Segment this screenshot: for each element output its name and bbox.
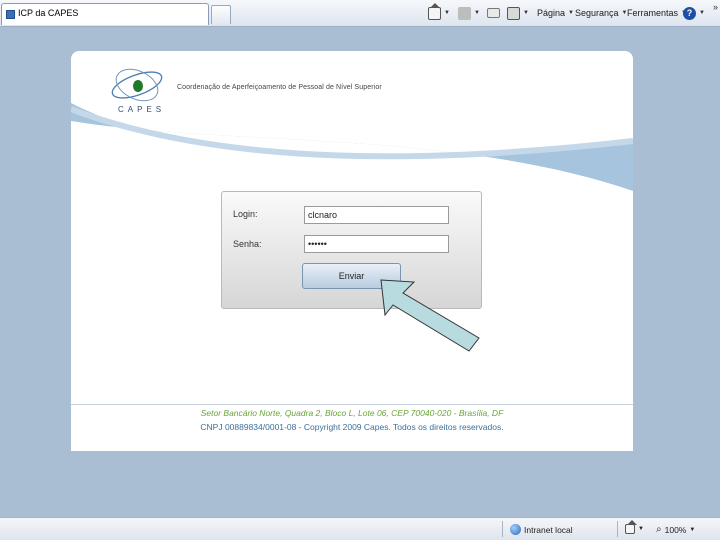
status-bar: Intranet local ▼ ⌕ 100% ▼ — [0, 517, 720, 540]
page-favicon-icon — [6, 10, 15, 19]
logo-text: CAPES — [118, 105, 166, 114]
menu-pagina[interactable]: Página ▼ — [537, 4, 574, 22]
security-zone[interactable]: Intranet local — [510, 524, 573, 535]
menu-pagina-label: Página — [537, 8, 566, 18]
browser-toolbar: ICP da CAPES ▼ ▼ ▼ Página ▼ Segurança ▼ … — [0, 0, 720, 27]
new-tab-button[interactable] — [211, 5, 231, 24]
chevron-down-icon: ▼ — [689, 526, 696, 533]
login-label: Login: — [233, 209, 258, 219]
home-icon — [428, 2, 441, 20]
zone-icon — [625, 520, 637, 534]
status-separator — [502, 521, 503, 537]
zoom-icon: ⌕ — [656, 524, 662, 535]
help-button[interactable]: ? ▼ — [683, 4, 705, 22]
mail-icon — [487, 8, 500, 18]
footer-address: Setor Bancário Norte, Quadra 2, Bloco L,… — [200, 408, 504, 418]
protected-mode-button[interactable]: ▼ — [625, 520, 644, 534]
feed-icon — [458, 6, 471, 20]
chevron-down-icon: ▼ — [699, 10, 705, 16]
menu-seguranca[interactable]: Segurança ▼ — [575, 4, 628, 22]
senha-label: Senha: — [233, 239, 262, 249]
menu-seguranca-label: Segurança — [575, 8, 619, 18]
enviar-button[interactable]: Enviar — [302, 263, 401, 289]
security-zone-label: Intranet local — [524, 524, 573, 535]
chevron-down-icon: ▼ — [523, 10, 529, 16]
page-footer: Setor Bancário Norte, Quadra 2, Bloco L,… — [71, 404, 633, 432]
footer-copyright: CNPJ 00889834/0001-08 - Copyright 2009 C… — [200, 422, 504, 432]
globe-icon — [510, 524, 521, 535]
chevron-down-icon: ▼ — [638, 526, 644, 532]
print-button[interactable]: ▼ — [507, 4, 529, 22]
login-form: Login: Senha: Enviar — [221, 191, 482, 309]
chevron-right-icon[interactable]: » — [713, 2, 718, 12]
tab-icp-capes[interactable]: ICP da CAPES — [1, 3, 209, 25]
capes-login-page: CAPES Coordenação de Aperfeiçoamento de … — [71, 51, 633, 451]
status-separator — [617, 521, 618, 537]
read-mail-button[interactable] — [487, 4, 500, 22]
feeds-button[interactable]: ▼ — [458, 4, 480, 22]
zoom-control[interactable]: ⌕ 100% ▼ — [656, 524, 695, 535]
tab-title: ICP da CAPES — [18, 8, 79, 18]
menu-ferramentas-label: Ferramentas — [627, 8, 679, 18]
chevron-down-icon: ▼ — [474, 10, 480, 16]
login-input[interactable] — [304, 206, 449, 224]
help-icon: ? — [683, 6, 696, 20]
password-input[interactable] — [304, 235, 449, 253]
home-button[interactable]: ▼ — [428, 2, 450, 22]
chevron-down-icon: ▼ — [568, 10, 574, 16]
organization-name: Coordenação de Aperfeiçoamento de Pessoa… — [177, 84, 382, 91]
zoom-level: 100% — [664, 524, 687, 535]
chevron-down-icon: ▼ — [444, 10, 450, 16]
menu-ferramentas[interactable]: Ferramentas ▼ — [627, 4, 687, 22]
printer-icon — [507, 6, 520, 20]
capes-logo: CAPES — [107, 61, 167, 124]
